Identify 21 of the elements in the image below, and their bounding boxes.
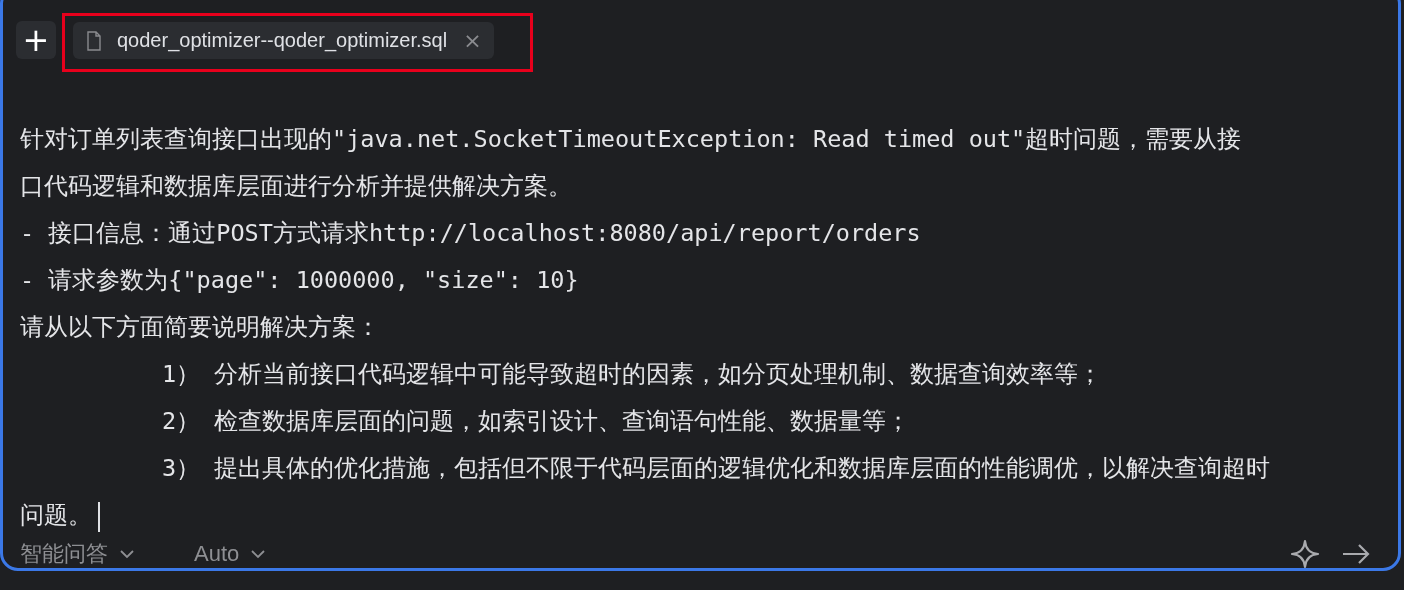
sparkle-icon[interactable] <box>1290 539 1320 569</box>
prompt-line: - 接口信息：通过POST方式请求http://localhost:8080/api/report/orders <box>20 218 922 249</box>
prompt-line: 针对订单列表查询接口出现的"java.net.SocketTimeoutException: Read timed out"超时问题，需要从接 <box>20 124 1243 155</box>
prompt-line: 口代码逻辑和数据库层面进行分析并提供解决方案。 <box>20 171 573 202</box>
model-dropdown[interactable]: Auto <box>194 541 266 567</box>
text-cursor <box>98 501 100 532</box>
file-icon <box>87 30 101 51</box>
mode-dropdown[interactable]: 智能问答 <box>20 539 134 569</box>
chevron-down-icon <box>251 549 266 559</box>
send-arrow-icon[interactable] <box>1342 543 1370 565</box>
close-button[interactable]: × <box>463 29 482 52</box>
chevron-down-icon <box>120 549 134 559</box>
add-button[interactable]: + <box>16 20 56 59</box>
prompt-line: 问题。 <box>20 492 1398 539</box>
prompt-line: 1） 分析当前接口代码逻辑中可能导致超时的因素，如分页处理机制、数据查询效率等； <box>161 359 1104 390</box>
prompt-line: 2） 检查数据库层面的问题，如索引设计、查询语句性能、数据量等； <box>161 406 912 437</box>
file-name: qoder_optimizer--qoder_optimizer.sql <box>117 29 448 52</box>
prompt-line: 3） 提出具体的优化措施，包括但不限于代码层面的逻辑优化和数据库层面的性能调优，以解决查询超时 <box>161 453 1272 484</box>
prompt-line: 请从以下方面简要说明解决方案： <box>20 312 381 343</box>
file-tab[interactable]: qoder_optimizer--qoder_optimizer.sql × <box>73 22 494 59</box>
prompt-line: - 请求参数为{"page": 1000000, "size": 10} <box>20 265 580 296</box>
